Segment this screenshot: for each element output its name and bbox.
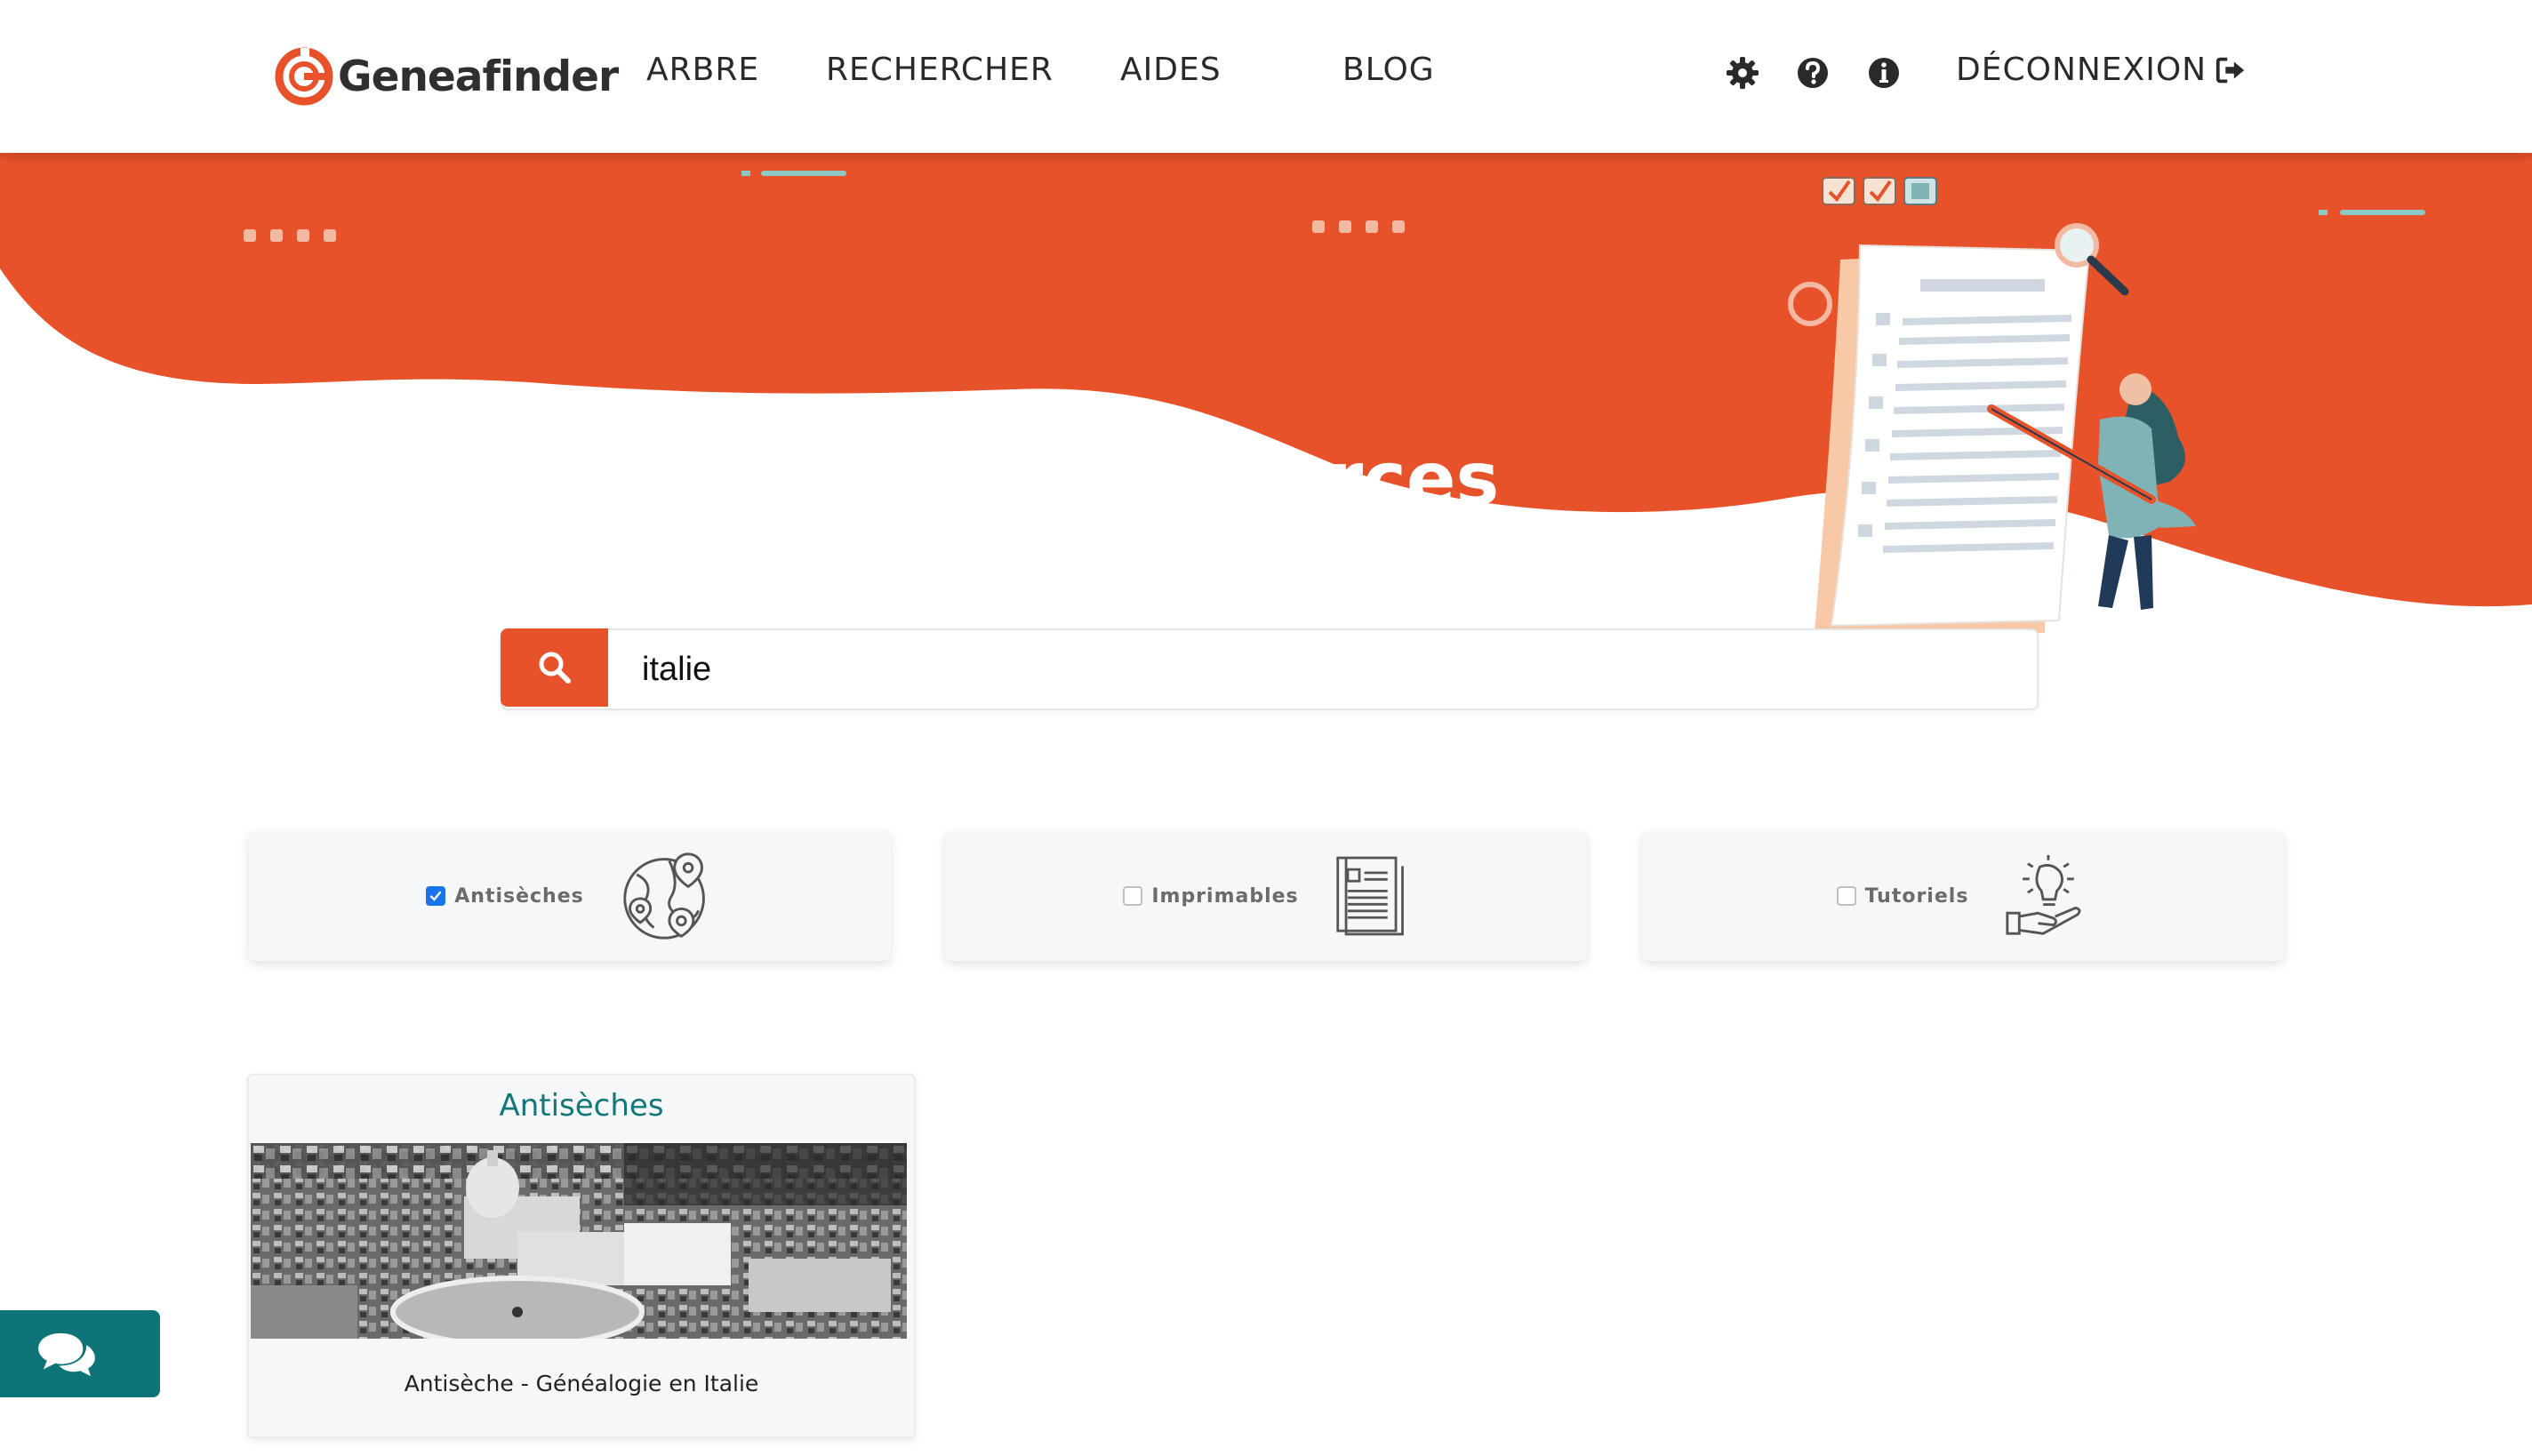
nav-link-arbre[interactable]: ARBRE xyxy=(646,52,759,88)
result-thumbnail-image xyxy=(251,1143,907,1339)
checkmark-icon xyxy=(429,891,442,901)
filter-card-imprimables[interactable]: Imprimables xyxy=(945,831,1587,961)
brand-logo[interactable]: Geneafinder xyxy=(274,32,619,121)
result-category: Antisèches xyxy=(499,1088,664,1124)
logout-button[interactable]: DÉCONNEXION xyxy=(1956,52,2248,88)
filter-checkbox-imprimables[interactable] xyxy=(1123,886,1143,906)
question-circle-icon[interactable] xyxy=(1795,55,1831,91)
filter-card-tutoriels[interactable]: Tutoriels xyxy=(1642,831,2284,961)
nav-link-aides[interactable]: AIDES xyxy=(1120,52,1222,88)
search-input[interactable] xyxy=(608,630,2037,708)
lightbulb-hand-icon xyxy=(2006,854,2081,935)
logout-label: DÉCONNEXION xyxy=(1956,52,2207,88)
hero-banner: Ressources xyxy=(0,153,2532,651)
filter-label-imprimables: Imprimables xyxy=(1151,884,1299,908)
globe-map-icon xyxy=(623,852,705,940)
search-bar xyxy=(501,628,2039,710)
search-icon xyxy=(539,652,571,684)
filter-card-antiseches[interactable]: Antisèches xyxy=(249,831,891,961)
result-card[interactable]: Antisèches Antisèche - Généalogie en Ita… xyxy=(247,1074,916,1438)
logo-mark-icon xyxy=(275,47,333,106)
gear-icon[interactable] xyxy=(1725,55,1760,91)
chat-bubbles-icon xyxy=(38,1332,95,1377)
brand-name: Geneafinder xyxy=(338,52,619,101)
result-title: Antisèche - Généalogie en Italie xyxy=(404,1371,759,1396)
top-navbar: Geneafinder ARBRE RECHERCHER AIDES BLOG … xyxy=(0,0,2532,153)
filter-label-antiseches: Antisèches xyxy=(454,884,584,908)
checklist-illustration xyxy=(1788,177,2196,642)
info-circle-icon[interactable] xyxy=(1866,55,1902,91)
page-title: Ressources xyxy=(1032,437,1500,522)
filter-checkbox-antiseches[interactable] xyxy=(426,886,446,906)
document-icon xyxy=(1335,856,1404,936)
nav-link-blog[interactable]: BLOG xyxy=(1342,52,1435,88)
filter-checkbox-tutoriels[interactable] xyxy=(1836,886,1856,906)
nav-link-rechercher[interactable]: RECHERCHER xyxy=(826,52,1054,88)
chat-button[interactable] xyxy=(0,1310,160,1397)
sign-out-icon xyxy=(2216,57,2245,83)
search-button[interactable] xyxy=(501,628,608,707)
filter-label-tutoriels: Tutoriels xyxy=(1864,884,1969,908)
